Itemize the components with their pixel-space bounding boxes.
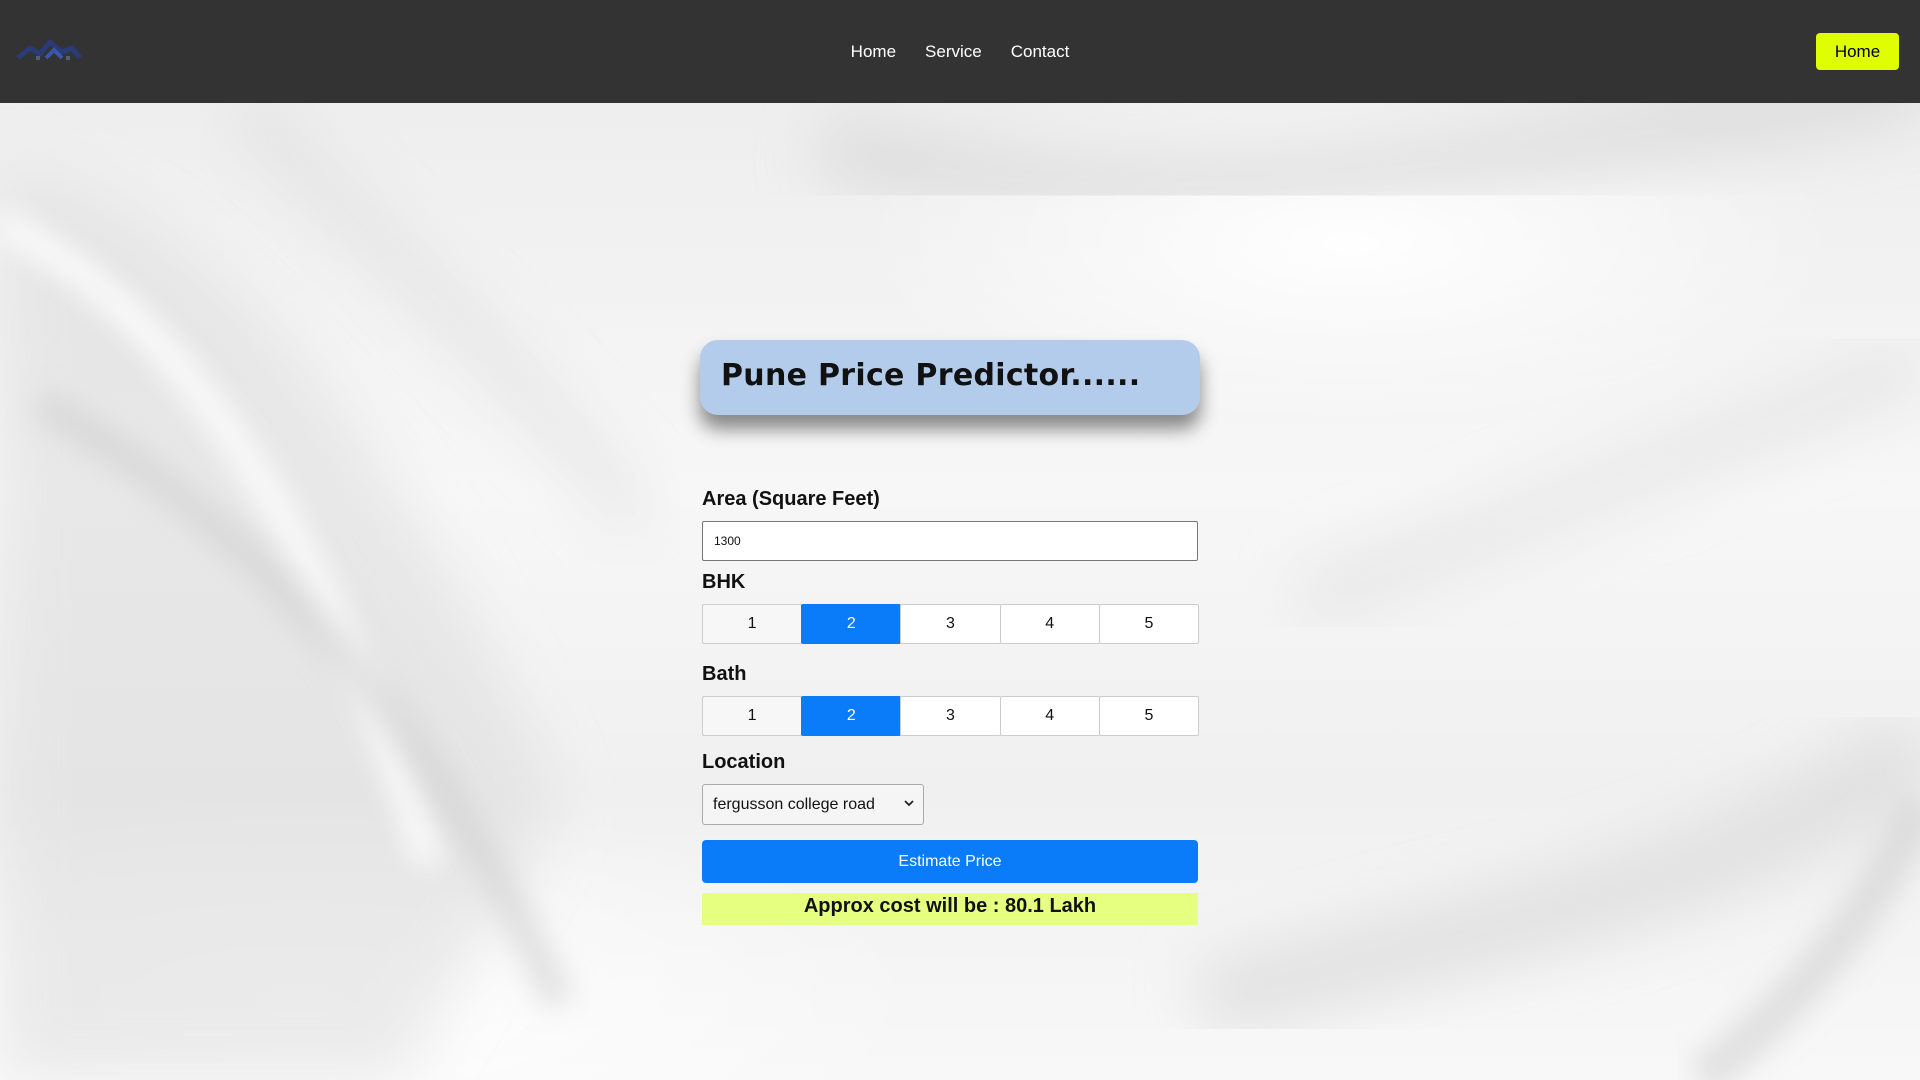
bhk-option-3[interactable]: 3: [900, 604, 1001, 644]
nav-link-home[interactable]: Home: [851, 42, 896, 62]
nav-link-service[interactable]: Service: [925, 42, 982, 62]
title-card: Pune Price Predictor......: [700, 340, 1200, 415]
house-roof-logo-icon[interactable]: [16, 36, 82, 64]
silk-background: [0, 103, 1920, 1080]
bath-option-5[interactable]: 5: [1098, 696, 1200, 736]
bath-option-4[interactable]: 4: [999, 696, 1100, 736]
bath-option-3[interactable]: 3: [900, 696, 1001, 736]
area-input[interactable]: [702, 521, 1198, 561]
page-title: Pune Price Predictor......: [721, 358, 1141, 393]
home-button[interactable]: Home: [1816, 33, 1899, 70]
bhk-option-1[interactable]: 1: [702, 604, 803, 644]
silk-wave-decoration: [0, 103, 1920, 1080]
location-select-value: fergusson college road: [713, 795, 875, 813]
bath-label: Bath: [702, 663, 747, 685]
bhk-option-2[interactable]: 2: [801, 604, 902, 644]
location-label: Location: [702, 751, 786, 773]
bhk-selector: 1 2 3 4 5: [702, 604, 1200, 644]
location-select[interactable]: fergusson college road: [702, 784, 924, 825]
nav-links-inner: Home Service Contact: [851, 42, 1070, 62]
bhk-option-4[interactable]: 4: [999, 604, 1100, 644]
bath-selector: 1 2 3 4 5: [702, 696, 1200, 736]
nav-link-contact[interactable]: Contact: [1011, 42, 1070, 62]
bhk-option-5[interactable]: 5: [1098, 604, 1200, 644]
bhk-label: BHK: [702, 571, 746, 593]
estimate-price-button[interactable]: Estimate Price: [702, 840, 1198, 883]
area-label: Area (Square Feet): [702, 488, 880, 510]
top-navbar: Home Service Contact Home: [0, 0, 1920, 103]
bath-option-2[interactable]: 2: [801, 696, 902, 736]
bath-option-1[interactable]: 1: [702, 696, 803, 736]
page: Home Service Contact Home Pune Price Pre…: [0, 0, 1920, 1080]
nav-links: Home Service Contact: [0, 0, 1920, 103]
result-banner: Approx cost will be : 80.1 Lakh: [702, 893, 1198, 925]
chevron-down-icon: [904, 800, 914, 807]
